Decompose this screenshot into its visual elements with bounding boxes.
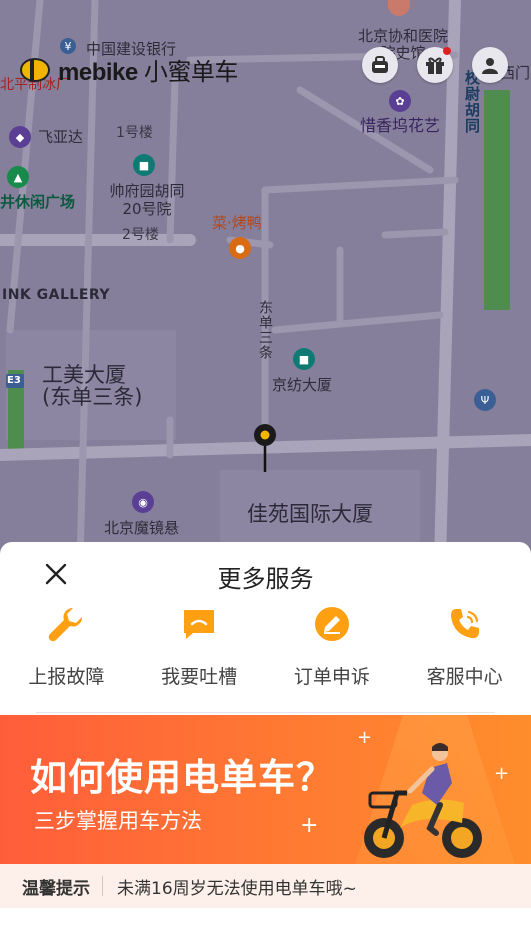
brand-name: mebike 小蜜单车 bbox=[58, 52, 238, 87]
report-fault-label: 上报故障 bbox=[28, 666, 105, 688]
map-label-feiyada: 飞亚达 bbox=[38, 128, 84, 146]
banner-subtitle: 三步掌握用车方法 bbox=[34, 809, 202, 833]
map-label-jiayuan: 佳苑国际大厦 bbox=[247, 502, 373, 526]
map-label-gongmei: 工美大厦(东单三条) bbox=[42, 363, 143, 410]
brand-logo: mebike 小蜜单车 bbox=[20, 52, 238, 87]
map-label-bldg1: 1号楼 bbox=[116, 125, 153, 141]
brand-latin: mebike bbox=[58, 59, 138, 86]
map-label-xiaoyu: 校尉胡同 bbox=[463, 70, 481, 134]
message-icon bbox=[179, 604, 219, 644]
banner-title: 如何使用电单车？ bbox=[30, 756, 334, 799]
poi-building-icon: ■ bbox=[133, 154, 155, 176]
tip-separator bbox=[102, 876, 103, 896]
sheet-divider bbox=[36, 712, 495, 713]
road-badge: E3 bbox=[7, 375, 21, 386]
map-view[interactable]: 中国建设银行 ¥ 北京协和医院院史馆 北平制冰厂 ◆ 飞亚达 1号楼 ■ 帅府园… bbox=[0, 0, 531, 560]
services-grid: 上报故障 我要吐槽 订单申诉 客服中心 bbox=[0, 602, 531, 712]
poi-flower-icon: ✿ bbox=[389, 90, 411, 112]
map-label-plaza: 井休闲广场 bbox=[0, 193, 76, 211]
poi-shop-icon: ◆ bbox=[9, 126, 31, 148]
map-label-xixiang: 惜香坞花艺 bbox=[360, 116, 441, 135]
profile-button[interactable] bbox=[472, 47, 508, 83]
map-label-dongdan-road: 东单三条 bbox=[257, 300, 273, 360]
phone-icon bbox=[445, 604, 485, 644]
location-pin-icon bbox=[254, 424, 276, 472]
poi-park-icon: ▲ bbox=[7, 166, 29, 188]
edit-icon bbox=[312, 604, 352, 644]
notification-dot bbox=[443, 47, 451, 55]
tip-bar: 温馨提示 未满16周岁无法使用电单车哦~ bbox=[0, 864, 531, 908]
tip-tag: 温馨提示 bbox=[22, 878, 90, 899]
rider-illustration bbox=[364, 743, 482, 858]
map-label-bldg2: 2号楼 bbox=[122, 227, 159, 243]
bag-icon bbox=[372, 56, 388, 73]
user-icon bbox=[482, 58, 498, 74]
order-appeal-button[interactable]: 订单申诉 bbox=[266, 602, 399, 712]
sheet-header: 更多服务 bbox=[0, 542, 531, 602]
poi-office-icon: ■ bbox=[293, 348, 315, 370]
poi-entertainment-icon: ◉ bbox=[132, 491, 154, 513]
map-label-shuaifu: 帅府园胡同20号院 bbox=[109, 182, 185, 218]
sheet-title: 更多服务 bbox=[217, 565, 314, 593]
report-fault-button[interactable]: 上报故障 bbox=[0, 602, 133, 712]
screen: 中国建设银行 ¥ 北京协和医院院史馆 北平制冰厂 ◆ 飞亚达 1号楼 ■ 帅府园… bbox=[0, 0, 531, 942]
sparkle-icon: + bbox=[300, 813, 319, 838]
map-label-mojing: 北京魔镜悬 bbox=[104, 519, 180, 537]
map-label-gallery: INK GALLERY bbox=[2, 287, 111, 303]
brand-cn: 小蜜单车 bbox=[143, 59, 239, 86]
map-label-roast-duck: 菜·烤鸭 bbox=[212, 214, 262, 232]
customer-service-button[interactable]: 客服中心 bbox=[398, 602, 531, 712]
map-label-jingfang: 京纺大厦 bbox=[272, 376, 333, 394]
activity-button[interactable] bbox=[362, 47, 398, 83]
tip-text: 未满16周岁无法使用电单车哦~ bbox=[117, 878, 357, 899]
order-appeal-label: 订单申诉 bbox=[293, 666, 370, 688]
feedback-label: 我要吐槽 bbox=[161, 666, 238, 688]
gift-icon bbox=[426, 57, 444, 74]
poi-food-icon: Ψ bbox=[474, 389, 496, 411]
wrench-icon bbox=[46, 604, 86, 644]
bee-logo-icon bbox=[20, 57, 50, 82]
feedback-button[interactable]: 我要吐槽 bbox=[133, 602, 266, 712]
sparkle-icon: + bbox=[494, 763, 510, 784]
customer-service-label: 客服中心 bbox=[426, 666, 503, 688]
how-to-ride-banner[interactable]: 如何使用电单车？ 三步掌握用车方法 + + + bbox=[0, 715, 531, 865]
more-services-sheet: 更多服务 上报故障 我要吐槽 订单申诉 客服中心 如何使用电单车？ 三步掌握用车… bbox=[0, 542, 531, 942]
poi-restaurant-icon: ● bbox=[229, 237, 251, 259]
